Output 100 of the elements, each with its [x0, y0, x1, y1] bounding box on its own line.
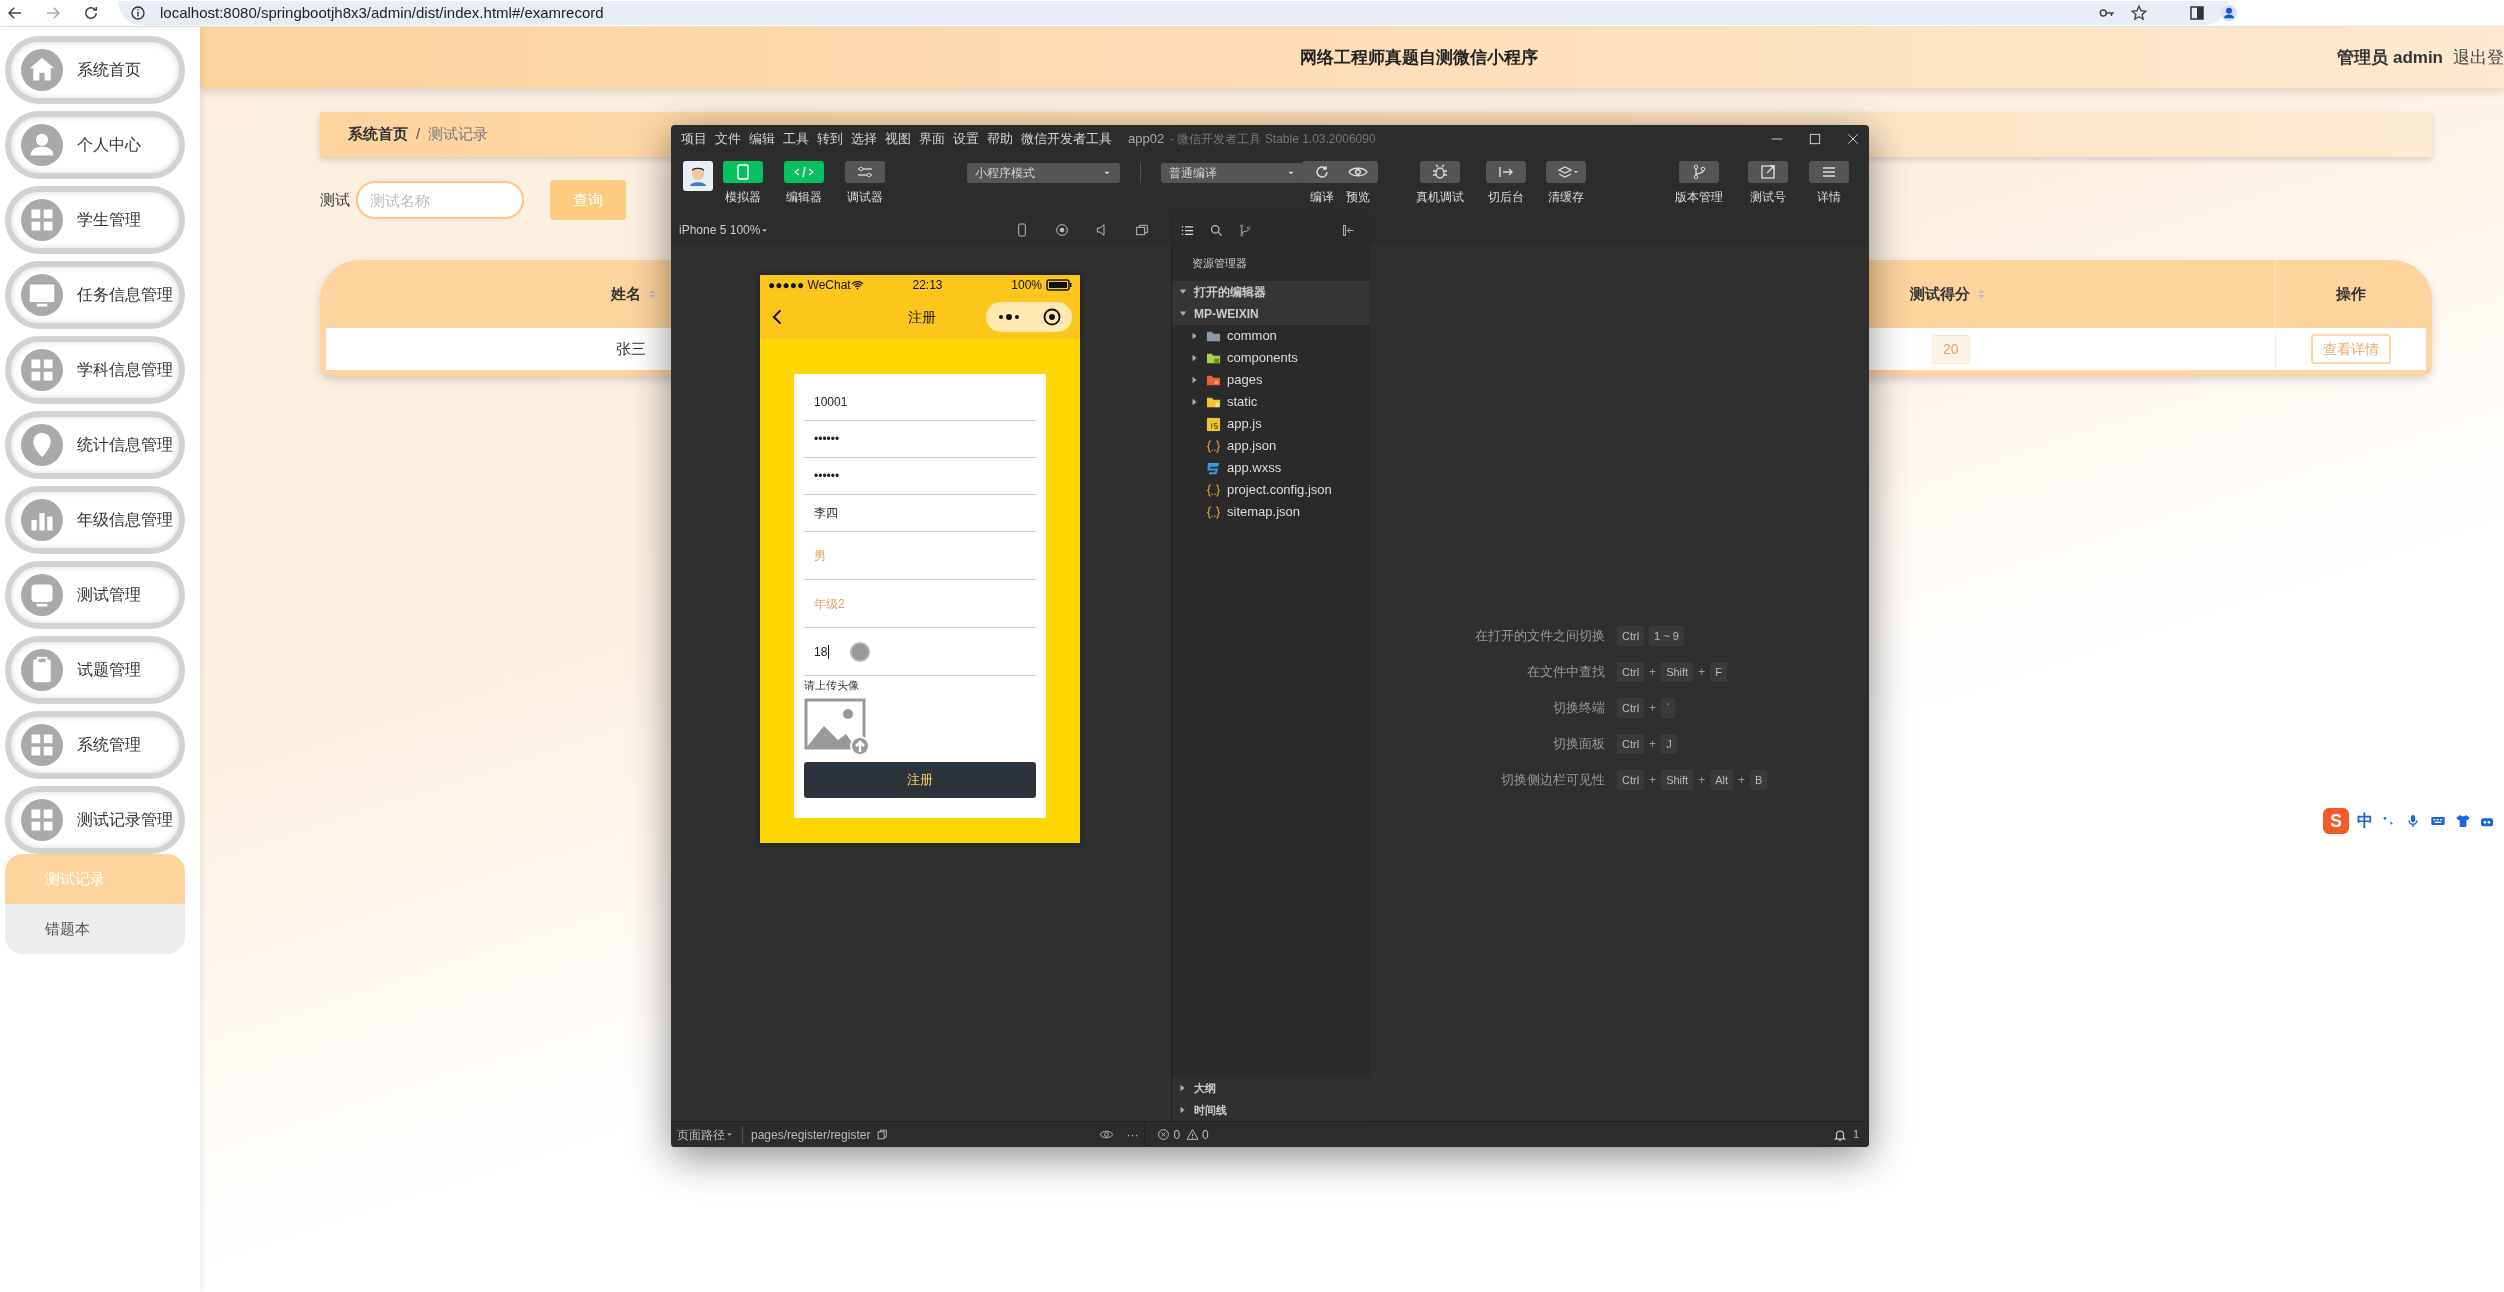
plus-sign: +	[1649, 664, 1657, 681]
more-button[interactable]: ···	[1126, 1125, 1139, 1144]
tree-item[interactable]: project.config.json	[1172, 479, 1370, 501]
section-header[interactable]: 大纲	[1172, 1077, 1370, 1099]
language-mode-button[interactable]: 中	[2357, 809, 2373, 833]
tree-item[interactable]: static	[1172, 391, 1370, 413]
input-field[interactable]: ••••••	[814, 467, 840, 485]
mode-dropdown[interactable]: 小程序模式	[967, 163, 1120, 183]
register-button[interactable]: 注册	[804, 761, 1036, 798]
toolbar-button[interactable]: 详情	[1809, 161, 1849, 206]
sidebar-item[interactable]: 系统首页	[5, 36, 185, 104]
maximize-icon[interactable]	[1807, 131, 1823, 147]
profile-icon[interactable]	[2220, 4, 2238, 22]
url-text: localhost:8080/springbootjh8x3/admin/dist/index.html#/examrecord	[160, 2, 604, 23]
sidebar-item[interactable]: 试题管理	[5, 636, 185, 704]
menu-item[interactable]: 界面	[919, 129, 945, 149]
sidebar-item[interactable]: 任务信息管理	[5, 261, 185, 329]
record-icon[interactable]	[1054, 222, 1071, 238]
search-icon[interactable]	[1209, 222, 1224, 238]
view-toggle-button[interactable]: 调试器	[845, 161, 885, 206]
tree-item[interactable]: common	[1172, 325, 1370, 347]
exit-icon	[1486, 161, 1526, 183]
js-file-icon	[1206, 416, 1221, 432]
collapse-panel-icon[interactable]	[1341, 222, 1356, 238]
capsule-button[interactable]	[986, 302, 1072, 332]
logout-link[interactable]: 退出登	[2453, 44, 2504, 71]
microphone-icon[interactable]	[2405, 813, 2421, 829]
column-header: 姓名	[611, 283, 641, 304]
css-file-icon	[1206, 460, 1221, 476]
bell-icon[interactable]	[1832, 1127, 1847, 1142]
plus-sign: +	[1738, 772, 1745, 789]
path-dropdown[interactable]: 页面路径	[677, 1125, 734, 1144]
menu-item[interactable]: 微信开发者工具	[1021, 129, 1112, 149]
address-bar[interactable]: localhost:8080/springbootjh8x3/admin/dist/index.html#/examrecord	[118, 1, 2228, 25]
input-field[interactable]: 18	[814, 642, 828, 661]
tree-item[interactable]: app.js	[1172, 413, 1370, 435]
toolbar-button[interactable]: 清缓存	[1546, 161, 1586, 206]
reload-icon[interactable]	[82, 4, 100, 22]
tree-item[interactable]: app.json	[1172, 435, 1370, 457]
error-count: 0	[1173, 1126, 1181, 1144]
search-field[interactable]: 测试名称	[356, 181, 524, 219]
submenu-item[interactable]: 错题本	[5, 904, 185, 954]
menu-item[interactable]: 文件	[715, 129, 741, 149]
section-header[interactable]: 时间线	[1172, 1099, 1370, 1121]
menu-item[interactable]: 帮助	[987, 129, 1013, 149]
external-link-icon	[1748, 161, 1788, 183]
section-header[interactable]: MP-WEIXIN	[1172, 303, 1370, 325]
battery-text: 100%	[1011, 277, 1042, 294]
sidebar-item[interactable]: 年级信息管理	[5, 486, 185, 554]
branch-icon	[1679, 161, 1719, 183]
carrier-text: ●●●●● WeChat	[768, 277, 851, 294]
windows-icon[interactable]	[1134, 222, 1151, 238]
side-panel-icon[interactable]	[2188, 4, 2206, 22]
key-cap: Ctrl	[1617, 770, 1645, 790]
sidebar-item[interactable]: 学生管理	[5, 186, 185, 254]
toolbar-button[interactable]: 测试号	[1748, 161, 1788, 206]
clock-text: 22:13	[911, 277, 944, 294]
toolbar-button[interactable]: 切后台	[1486, 161, 1526, 206]
branch-icon[interactable]	[1238, 222, 1253, 238]
sidebar-item[interactable]: 学科信息管理	[5, 336, 185, 404]
toolbar-button[interactable]: 真机调试	[1416, 161, 1464, 206]
sidebar-item[interactable]: 测试记录管理	[5, 786, 185, 854]
key-cap: F	[1710, 662, 1727, 682]
tree-item[interactable]: sitemap.json	[1172, 501, 1370, 523]
close-icon[interactable]	[1845, 131, 1861, 147]
menu-item[interactable]: 设置	[953, 129, 979, 149]
section-header[interactable]: 打开的编辑器	[1172, 281, 1370, 303]
view-toggle-button[interactable]: 模拟器	[723, 161, 763, 206]
input-field[interactable]: ••••••	[814, 430, 840, 448]
sidebar-item[interactable]: 统计信息管理	[5, 411, 185, 479]
tree-item[interactable]: app.wxss	[1172, 457, 1370, 479]
menu-item[interactable]: 视图	[885, 129, 911, 149]
device-selector[interactable]: iPhone 5 100%	[679, 221, 770, 239]
message-icon	[21, 574, 63, 616]
shirt-icon[interactable]	[2455, 813, 2471, 829]
menu-item[interactable]: 项目	[681, 129, 707, 149]
copy-icon[interactable]	[876, 1128, 890, 1141]
plus-sign: +	[1649, 736, 1657, 753]
tree-item[interactable]: pages	[1172, 369, 1370, 391]
menu-item[interactable]: 工具	[783, 129, 809, 149]
input-field[interactable]: 10001	[814, 393, 848, 411]
star-icon[interactable]	[2130, 4, 2148, 22]
window-subtitle: - 微信开发者工具 Stable 1.03.2006090	[1170, 131, 1376, 148]
menu-item[interactable]: 转到	[817, 129, 843, 149]
menu-item[interactable]: 编辑	[749, 129, 775, 149]
input-field[interactable]: 李四	[814, 504, 838, 522]
view-toggle-button[interactable]: 编辑器	[784, 161, 824, 206]
toolbar-button[interactable]: 版本管理	[1675, 161, 1723, 206]
panel-title: 资源管理器	[1191, 255, 1248, 271]
sidebar-item[interactable]: 测试管理	[5, 561, 185, 629]
tree-item[interactable]: components	[1172, 347, 1370, 369]
braces-icon	[1206, 438, 1221, 454]
back-icon[interactable]	[6, 4, 24, 22]
sidebar-item[interactable]: 系统管理	[5, 711, 185, 779]
menu-item[interactable]: 选择	[851, 129, 877, 149]
shortcut-label: 切换终端	[1552, 699, 1605, 718]
breadcrumb-link[interactable]: 系统首页	[348, 123, 408, 146]
avatar[interactable]	[683, 161, 713, 191]
sidebar-item[interactable]: 个人中心	[5, 111, 185, 179]
compile-dropdown[interactable]: 普通编译	[1161, 163, 1304, 183]
